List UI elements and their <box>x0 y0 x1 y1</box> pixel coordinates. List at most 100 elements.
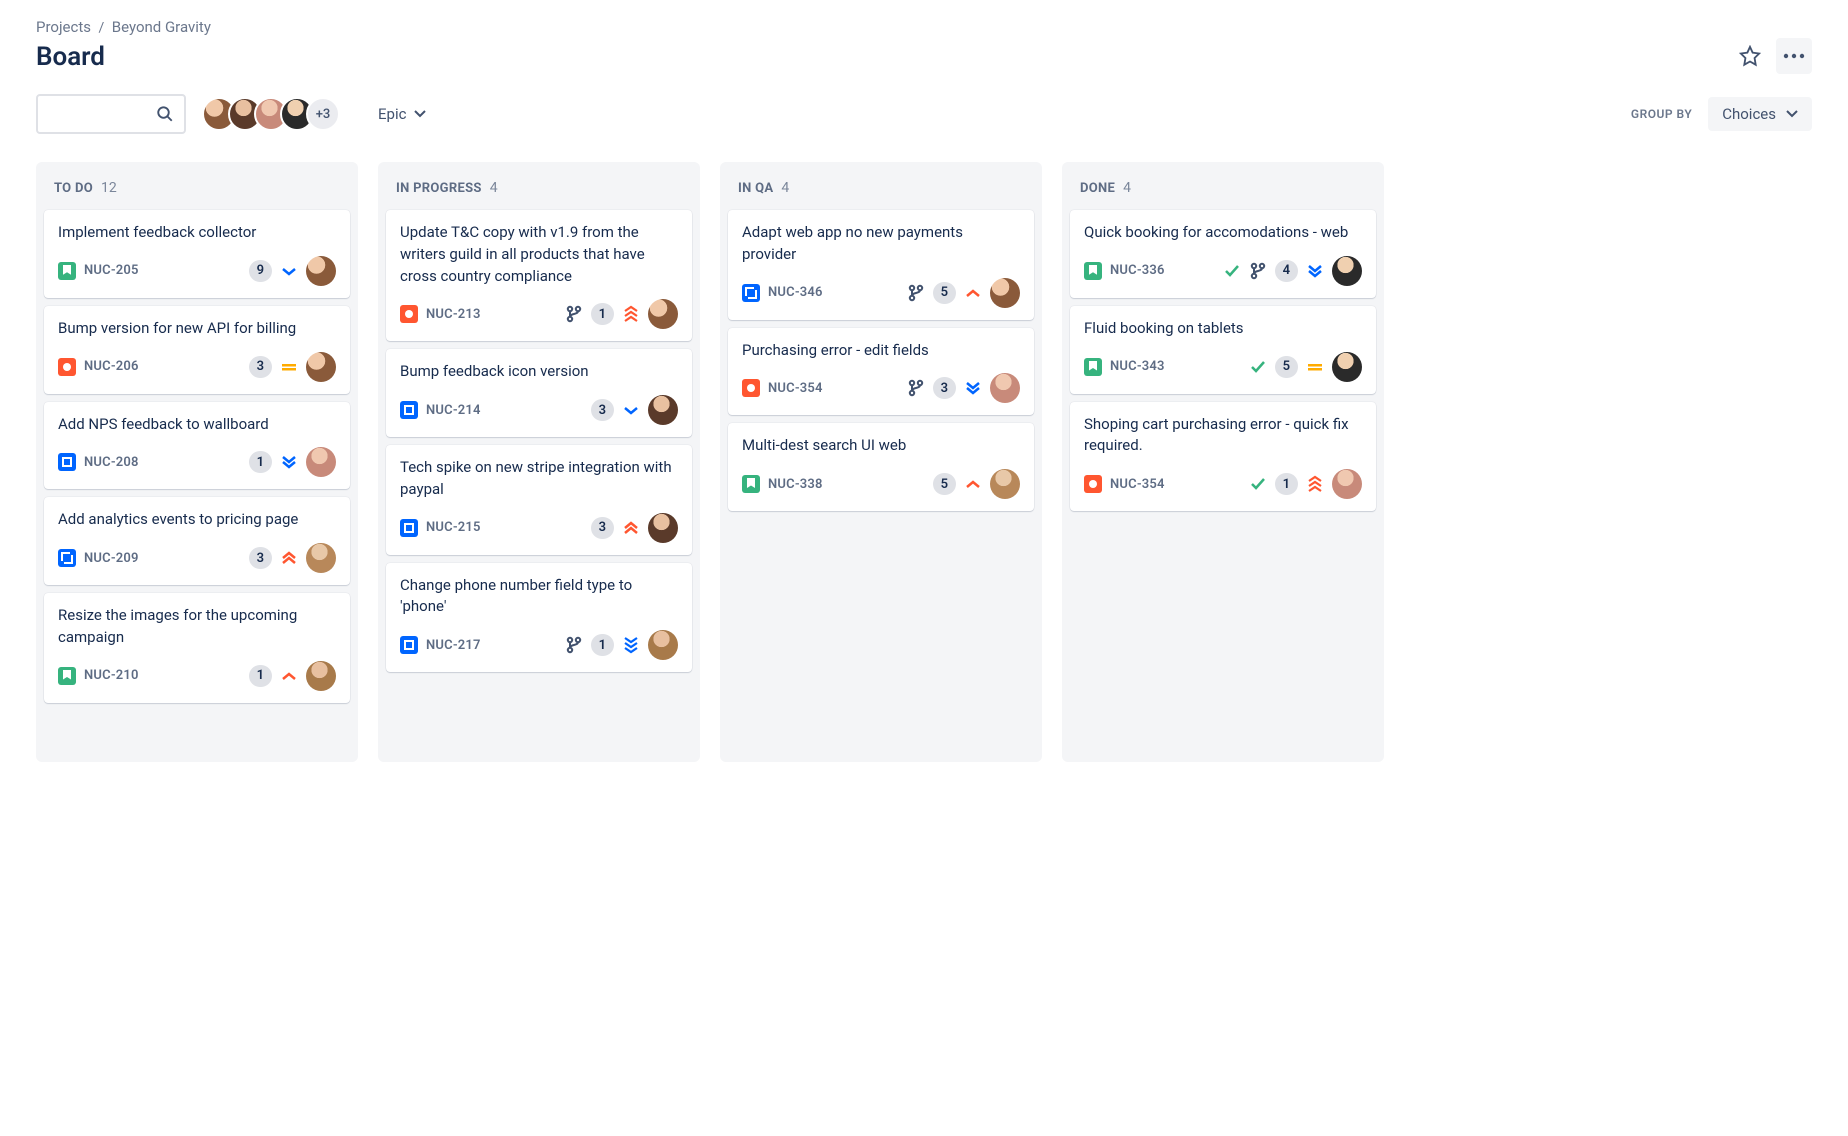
issue-card[interactable]: Resize the images for the upcoming campa… <box>44 593 350 703</box>
board-column: IN PROGRESS4Update T&C copy with v1.9 fr… <box>378 162 700 762</box>
assignee-avatar[interactable] <box>648 513 678 543</box>
epic-filter-label: Epic <box>378 105 406 123</box>
chevron-down-icon <box>1786 110 1798 118</box>
chevron-down-icon <box>414 110 426 118</box>
story-points-badge: 3 <box>591 399 614 421</box>
assignee-avatar[interactable] <box>1332 469 1362 499</box>
issue-key: NUC-205 <box>84 263 139 278</box>
more-icon <box>1783 53 1805 59</box>
priority-lowest-icon <box>964 379 982 397</box>
issue-type-bug-icon <box>400 305 418 323</box>
issue-card[interactable]: Tech spike on new stripe integration wit… <box>386 445 692 555</box>
issue-card[interactable]: Update T&C copy with v1.9 from the write… <box>386 210 692 341</box>
issue-type-task-icon <box>400 519 418 537</box>
issue-key: NUC-214 <box>426 403 481 418</box>
story-points-badge: 1 <box>249 665 272 687</box>
issue-card[interactable]: Fluid booking on tabletsNUC-3435 <box>1070 306 1376 394</box>
card-title: Shoping cart purchasing error - quick fi… <box>1084 414 1362 458</box>
git-branch-icon <box>565 636 583 654</box>
issue-key: NUC-336 <box>1110 263 1165 278</box>
issue-type-task-icon <box>400 636 418 654</box>
card-title: Tech spike on new stripe integration wit… <box>400 457 678 501</box>
story-points-badge: 3 <box>591 517 614 539</box>
issue-card[interactable]: Purchasing error - edit fields NUC-354 3 <box>728 328 1034 416</box>
issue-card[interactable]: Quick booking for accomodations - web NUC… <box>1070 210 1376 298</box>
issue-type-story-icon <box>58 262 76 280</box>
column-count: 4 <box>490 180 498 196</box>
priority-high-icon <box>280 549 298 567</box>
page-title: Board <box>36 42 211 72</box>
git-branch-icon <box>907 284 925 302</box>
card-title: Quick booking for accomodations - web <box>1084 222 1362 244</box>
breadcrumb-projects[interactable]: Projects <box>36 18 91 36</box>
issue-type-bug-icon <box>58 358 76 376</box>
issue-type-bug-icon <box>1084 475 1102 493</box>
issue-key: NUC-354 <box>1110 477 1165 492</box>
issue-card[interactable]: Bump version for new API for billingNUC-… <box>44 306 350 394</box>
assignee-avatar[interactable] <box>306 543 336 573</box>
git-branch-icon <box>565 305 583 323</box>
assignee-avatar[interactable] <box>990 373 1020 403</box>
assignee-avatar[interactable] <box>648 395 678 425</box>
avatar-overflow[interactable]: +3 <box>306 97 340 131</box>
more-button[interactable] <box>1776 38 1812 74</box>
groupby-select[interactable]: Choices <box>1708 97 1812 131</box>
story-points-badge: 3 <box>249 547 272 569</box>
card-title: Add analytics events to pricing page <box>58 509 336 531</box>
avatar-group: +3 <box>202 97 340 131</box>
issue-card[interactable]: Adapt web app no new payments providerNU… <box>728 210 1034 320</box>
assignee-avatar[interactable] <box>306 256 336 286</box>
issue-card[interactable]: Shoping cart purchasing error - quick fi… <box>1070 402 1376 512</box>
priority-lowest-icon <box>1306 262 1324 280</box>
story-points-badge: 3 <box>933 377 956 399</box>
issue-card[interactable]: Change phone number field type to 'phone… <box>386 563 692 673</box>
priority-medium-icon <box>280 358 298 376</box>
assignee-avatar[interactable] <box>306 352 336 382</box>
issue-card[interactable]: Implement feedback collectorNUC-2059 <box>44 210 350 298</box>
card-title: Add NPS feedback to wallboard <box>58 414 336 436</box>
issue-type-story-icon <box>58 667 76 685</box>
issue-key: NUC-346 <box>768 285 823 300</box>
search-icon <box>156 105 174 123</box>
priority-mid-high-icon <box>280 667 298 685</box>
breadcrumb-project-name[interactable]: Beyond Gravity <box>112 18 211 36</box>
done-check-icon <box>1249 358 1267 376</box>
card-title: Resize the images for the upcoming campa… <box>58 605 336 649</box>
assignee-avatar[interactable] <box>306 661 336 691</box>
assignee-avatar[interactable] <box>990 278 1020 308</box>
issue-type-subtask-icon <box>58 549 76 567</box>
assignee-avatar[interactable] <box>1332 256 1362 286</box>
issue-key: NUC-343 <box>1110 359 1165 374</box>
column-title: TO DO <box>54 181 93 196</box>
assignee-avatar[interactable] <box>306 447 336 477</box>
search-input[interactable] <box>36 94 186 134</box>
epic-filter[interactable]: Epic <box>368 99 436 129</box>
assignee-avatar[interactable] <box>648 299 678 329</box>
assignee-avatar[interactable] <box>648 630 678 660</box>
story-points-badge: 5 <box>933 473 956 495</box>
issue-card[interactable]: Add analytics events to pricing pageNUC-… <box>44 497 350 585</box>
breadcrumb: Projects / Beyond Gravity <box>36 18 211 36</box>
issue-key: NUC-338 <box>768 477 823 492</box>
card-title: Change phone number field type to 'phone… <box>400 575 678 619</box>
done-check-icon <box>1223 262 1241 280</box>
issue-key: NUC-210 <box>84 668 139 683</box>
assignee-avatar[interactable] <box>990 469 1020 499</box>
assignee-avatar[interactable] <box>1332 352 1362 382</box>
issue-card[interactable]: Multi-dest search UI webNUC-3385 <box>728 423 1034 511</box>
done-check-icon <box>1249 475 1267 493</box>
star-button[interactable] <box>1732 38 1768 74</box>
card-title: Bump feedback icon version <box>400 361 678 383</box>
priority-low-icon <box>622 401 640 419</box>
issue-key: NUC-217 <box>426 638 481 653</box>
issue-key: NUC-208 <box>84 455 139 470</box>
board-column: TO DO12Implement feedback collectorNUC-2… <box>36 162 358 762</box>
issue-card[interactable]: Bump feedback icon version NUC-214 3 <box>386 349 692 437</box>
column-title: DONE <box>1080 181 1115 196</box>
card-title: Purchasing error - edit fields <box>742 340 1020 362</box>
issue-type-subtask-icon <box>742 284 760 302</box>
issue-card[interactable]: Add NPS feedback to wallboardNUC-2081 <box>44 402 350 490</box>
issue-key: NUC-354 <box>768 381 823 396</box>
issue-type-task-icon <box>400 401 418 419</box>
board-column: IN QA4Adapt web app no new payments prov… <box>720 162 1042 762</box>
